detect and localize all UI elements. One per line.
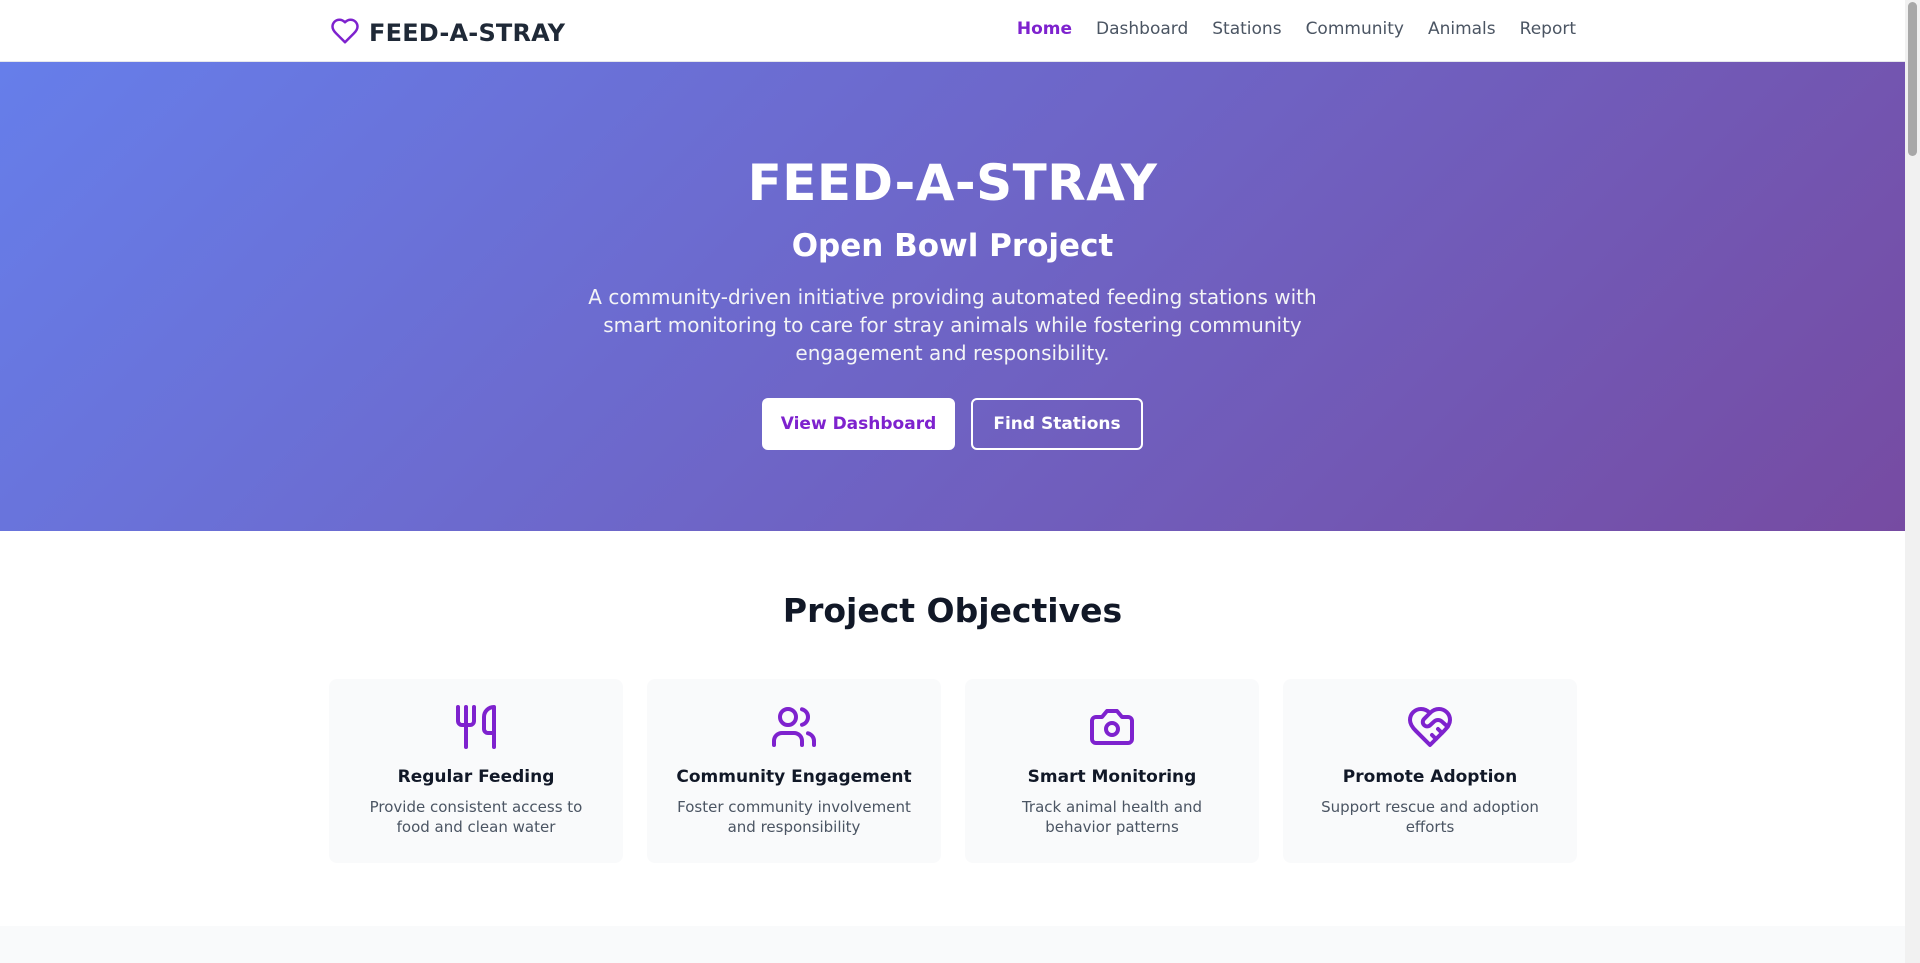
heart-handshake-icon: [1283, 703, 1577, 751]
nav-report-link[interactable]: Report: [1520, 19, 1576, 39]
hero-actions: View Dashboard Find Stations: [0, 398, 1905, 450]
objective-title: Regular Feeding: [397, 767, 555, 787]
objective-description: Provide consistent access to food and cl…: [369, 798, 583, 836]
page: FEED-A-STRAY Home Dashboard Stations Com…: [0, 0, 1905, 963]
page-scrollbar[interactable]: [1905, 0, 1920, 963]
objective-card: Promote Adoption Support rescue and adop…: [1283, 679, 1577, 863]
nav-animals-link[interactable]: Animals: [1428, 19, 1496, 39]
objective-description: Support rescue and adoption efforts: [1321, 798, 1539, 836]
objective-title: Smart Monitoring: [1027, 767, 1197, 787]
objective-card: Smart Monitoring Track animal health and…: [965, 679, 1259, 863]
objective-card: Community Engagement Foster community in…: [647, 679, 941, 863]
objective-description: Foster community involvement and respons…: [677, 798, 911, 836]
camera-icon: [965, 703, 1259, 751]
objective-title: Community Engagement: [676, 767, 912, 787]
nav-dashboard-link[interactable]: Dashboard: [1096, 19, 1188, 39]
navbar: FEED-A-STRAY Home Dashboard Stations Com…: [0, 0, 1905, 62]
scrollbar-thumb[interactable]: [1908, 2, 1917, 156]
brand-name: FEED-A-STRAY: [369, 19, 566, 47]
heart-icon: [329, 16, 361, 50]
objective-card: Regular Feeding Provide consistent acces…: [329, 679, 623, 863]
view-dashboard-button[interactable]: View Dashboard: [762, 398, 955, 450]
nav-community-link[interactable]: Community: [1306, 19, 1404, 39]
nav-home-link[interactable]: Home: [1017, 19, 1072, 39]
hero-section: FEED-A-STRAY Open Bowl Project A communi…: [0, 62, 1905, 531]
nav-stations-link[interactable]: Stations: [1212, 19, 1281, 39]
objective-title: Promote Adoption: [1342, 767, 1518, 787]
find-stations-button[interactable]: Find Stations: [971, 398, 1143, 450]
brand-logo[interactable]: FEED-A-STRAY: [329, 16, 565, 50]
hero-title: FEED-A-STRAY: [747, 154, 1158, 212]
main-nav: Home Dashboard Stations Community Animal…: [1017, 19, 1576, 39]
utensils-icon: [329, 703, 623, 751]
next-section: [0, 926, 1905, 963]
objectives-cards: Regular Feeding Provide consistent acces…: [329, 679, 1577, 863]
hero-description: A community-driven initiative providing …: [588, 285, 1317, 365]
users-icon: [647, 703, 941, 751]
objectives-section: Project Objectives Regular Feeding Provi…: [0, 531, 1905, 926]
hero-subtitle: Open Bowl Project: [791, 228, 1114, 264]
objectives-title: Project Objectives: [782, 591, 1123, 630]
objective-description: Track animal health and behavior pattern…: [1021, 798, 1203, 836]
